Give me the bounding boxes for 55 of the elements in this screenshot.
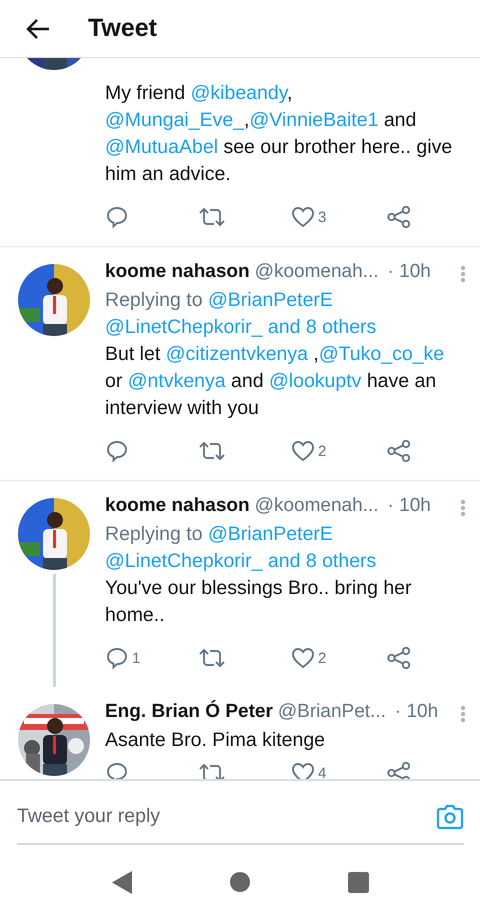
retweet-icon[interactable] [198,440,226,462]
mention-link[interactable]: @LinetChepkorir_ and 8 others [105,548,376,575]
mention-link[interactable]: @MutuaAbel [105,136,218,158]
reply-icon[interactable] [105,205,129,229]
share-icon[interactable] [386,761,412,779]
replying-to-text: Replying to @BrianPeterE @LinetChepkorir_ and 8 others [105,521,466,575]
replying-to-text: Replying to @BrianPeterE @LinetChepkorir_ and 8 others [105,287,466,341]
user-name: koome nahason [105,495,250,517]
camera-icon[interactable] [436,804,464,830]
user-name: Eng. Brian Ó Peter [105,701,273,723]
user-handle: @koomenah... [254,261,379,283]
screen-title: Tweet [88,14,157,43]
share-icon[interactable] [386,439,412,463]
mention-link[interactable]: @citizentvkenya [166,343,308,365]
nav-back-icon[interactable] [112,870,132,894]
timestamp: · 10h [388,495,431,517]
reply-input-field[interactable]: Tweet your reply [17,805,436,828]
share-icon[interactable] [386,646,412,670]
heart-icon[interactable] [291,206,315,228]
retweet-icon[interactable] [198,647,226,669]
back-arrow-icon[interactable] [26,18,50,40]
mention-link[interactable]: @BrianPeterE [208,287,333,314]
retweet-icon[interactable] [198,762,226,779]
mention-link[interactable]: @Mungai_Eve_ [105,109,244,131]
tweet-text: But let @citizentvkenya ,@Tuko_co_ke or @ntvkenya and @lookuptv have an interview with you [105,342,446,421]
nav-recents-icon[interactable] [348,872,368,892]
nav-home-icon[interactable] [230,872,250,892]
reply-icon[interactable] [105,761,129,779]
mention-link[interactable]: @lookuptv [268,370,362,392]
user-handle: @koomenah... [254,495,379,517]
timestamp: · 10h [388,261,431,283]
count-label: 2 [318,442,326,460]
mention-link[interactable]: @BrianPeterE [208,521,333,548]
mention-link[interactable]: @Tuko_co_ke [318,343,444,365]
tweet-text: Asante Bro. Pima kitenge [105,728,326,753]
mention-link[interactable]: @ntvkenya [128,370,226,392]
count-label: 4 [318,764,326,779]
heart-icon[interactable] [291,762,315,779]
user-name: koome nahason [105,261,250,283]
reply-icon[interactable] [105,646,129,670]
tweet-text: You've our blessings Bro.. bring her home.. [105,576,413,628]
mention-link[interactable]: @kibeandy [190,82,288,104]
mention-link[interactable]: @VinnieBaite1 [249,109,378,131]
mention-link[interactable]: @LinetChepkorir_ and 8 others [105,314,376,341]
user-handle: @BrianPet... [278,701,386,723]
heart-icon[interactable] [291,647,315,669]
count-label: 2 [318,650,326,666]
retweet-icon[interactable] [198,206,226,228]
reply-icon[interactable] [105,439,129,463]
share-icon[interactable] [386,205,412,229]
count-label: 3 [318,208,326,226]
count-label: 1 [132,650,140,666]
heart-icon[interactable] [291,440,315,462]
timestamp: · 10h [394,701,438,723]
tweet-text: My friend @kibeandy, @Mungai_Eve_,@VinnieBaite1 and @MutuaAbel see our brother here.. give him an advice. [105,81,454,187]
